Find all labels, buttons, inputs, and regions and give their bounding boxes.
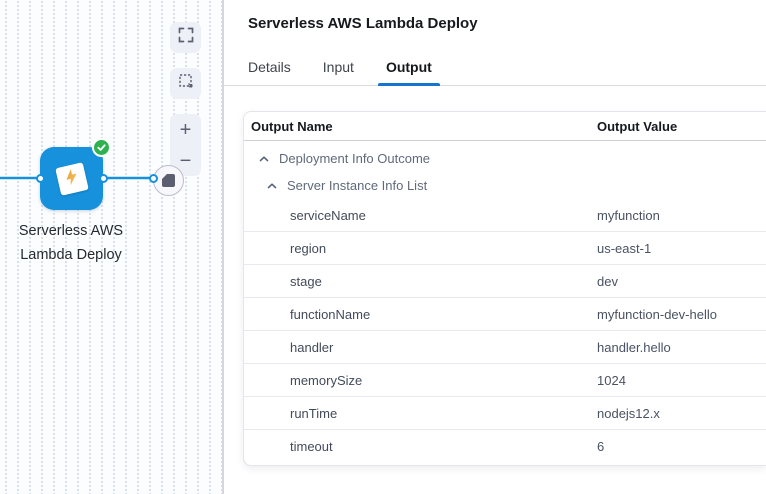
workflow-canvas[interactable]: + − [0,0,224,494]
output-name-cell: handler [290,340,333,355]
output-value-cell: myfunction-dev-hello [597,307,766,322]
table-row: handler handler.hello [244,331,766,364]
table-row: stage dev [244,265,766,298]
output-value-cell: handler.hello [597,340,766,355]
node-output-port[interactable] [99,174,108,183]
note-input-port[interactable] [149,174,158,183]
output-name-cell: Server Instance Info List [287,178,427,193]
output-name-cell: stage [290,274,322,289]
output-value-cell: 1024 [597,373,766,388]
detail-panel: Serverless AWS Lambda Deploy Details Inp… [224,0,766,494]
table-row: timeout 6 [244,430,766,463]
column-header-output-name: Output Name [251,119,597,134]
output-table-body: Deployment Info Outcome Server Instance I… [244,145,766,465]
output-value-cell: nodejs12.x [597,406,766,421]
success-status-badge [92,138,111,157]
output-name-cell: serviceName [290,208,366,223]
node-icon-tile [55,162,89,196]
fullscreen-icon [178,27,194,48]
workflow-app: + − [0,0,766,494]
output-value-cell: us-east-1 [597,241,766,256]
output-name-cell: Deployment Info Outcome [279,151,430,166]
output-table-card: Output Name Output Value Deployment Info… [243,111,766,466]
table-row[interactable]: Deployment Info Outcome [244,145,766,172]
check-icon [96,142,107,153]
table-row: serviceName myfunction [244,199,766,232]
output-table-header: Output Name Output Value [244,112,766,141]
lightning-bolt-icon [60,165,83,191]
chevron-up-icon[interactable] [266,180,278,192]
panel-title: Serverless AWS Lambda Deploy [248,15,766,32]
column-header-output-value: Output Value [597,119,766,134]
table-row: region us-east-1 [244,232,766,265]
output-value-cell: 6 [597,439,766,454]
node-label: Serverless AWS Lambda Deploy [11,219,131,267]
output-name-cell: region [290,241,326,256]
output-name-cell: runTime [290,406,337,421]
output-value-cell: dev [597,274,766,289]
note-node[interactable] [153,165,184,196]
marquee-select-icon [178,73,194,94]
marquee-select-button[interactable] [170,68,201,99]
tab-details[interactable]: Details [240,49,299,85]
document-icon [162,174,175,187]
lambda-deploy-node[interactable] [40,147,103,210]
zoom-in-button[interactable]: + [170,114,201,145]
tab-output[interactable]: Output [378,49,440,85]
output-name-cell: timeout [290,439,333,454]
tab-input[interactable]: Input [315,49,362,85]
tab-bar: Details Input Output [224,49,766,86]
output-value-cell: myfunction [597,208,766,223]
output-name-cell: memorySize [290,373,362,388]
chevron-up-icon[interactable] [258,153,270,165]
table-row: runTime nodejs12.x [244,397,766,430]
output-name-cell: functionName [290,307,370,322]
node-input-port[interactable] [36,174,45,183]
table-row: memorySize 1024 [244,364,766,397]
table-row: functionName myfunction-dev-hello [244,298,766,331]
table-row[interactable]: Server Instance Info List [244,172,766,199]
fullscreen-button[interactable] [170,22,201,53]
